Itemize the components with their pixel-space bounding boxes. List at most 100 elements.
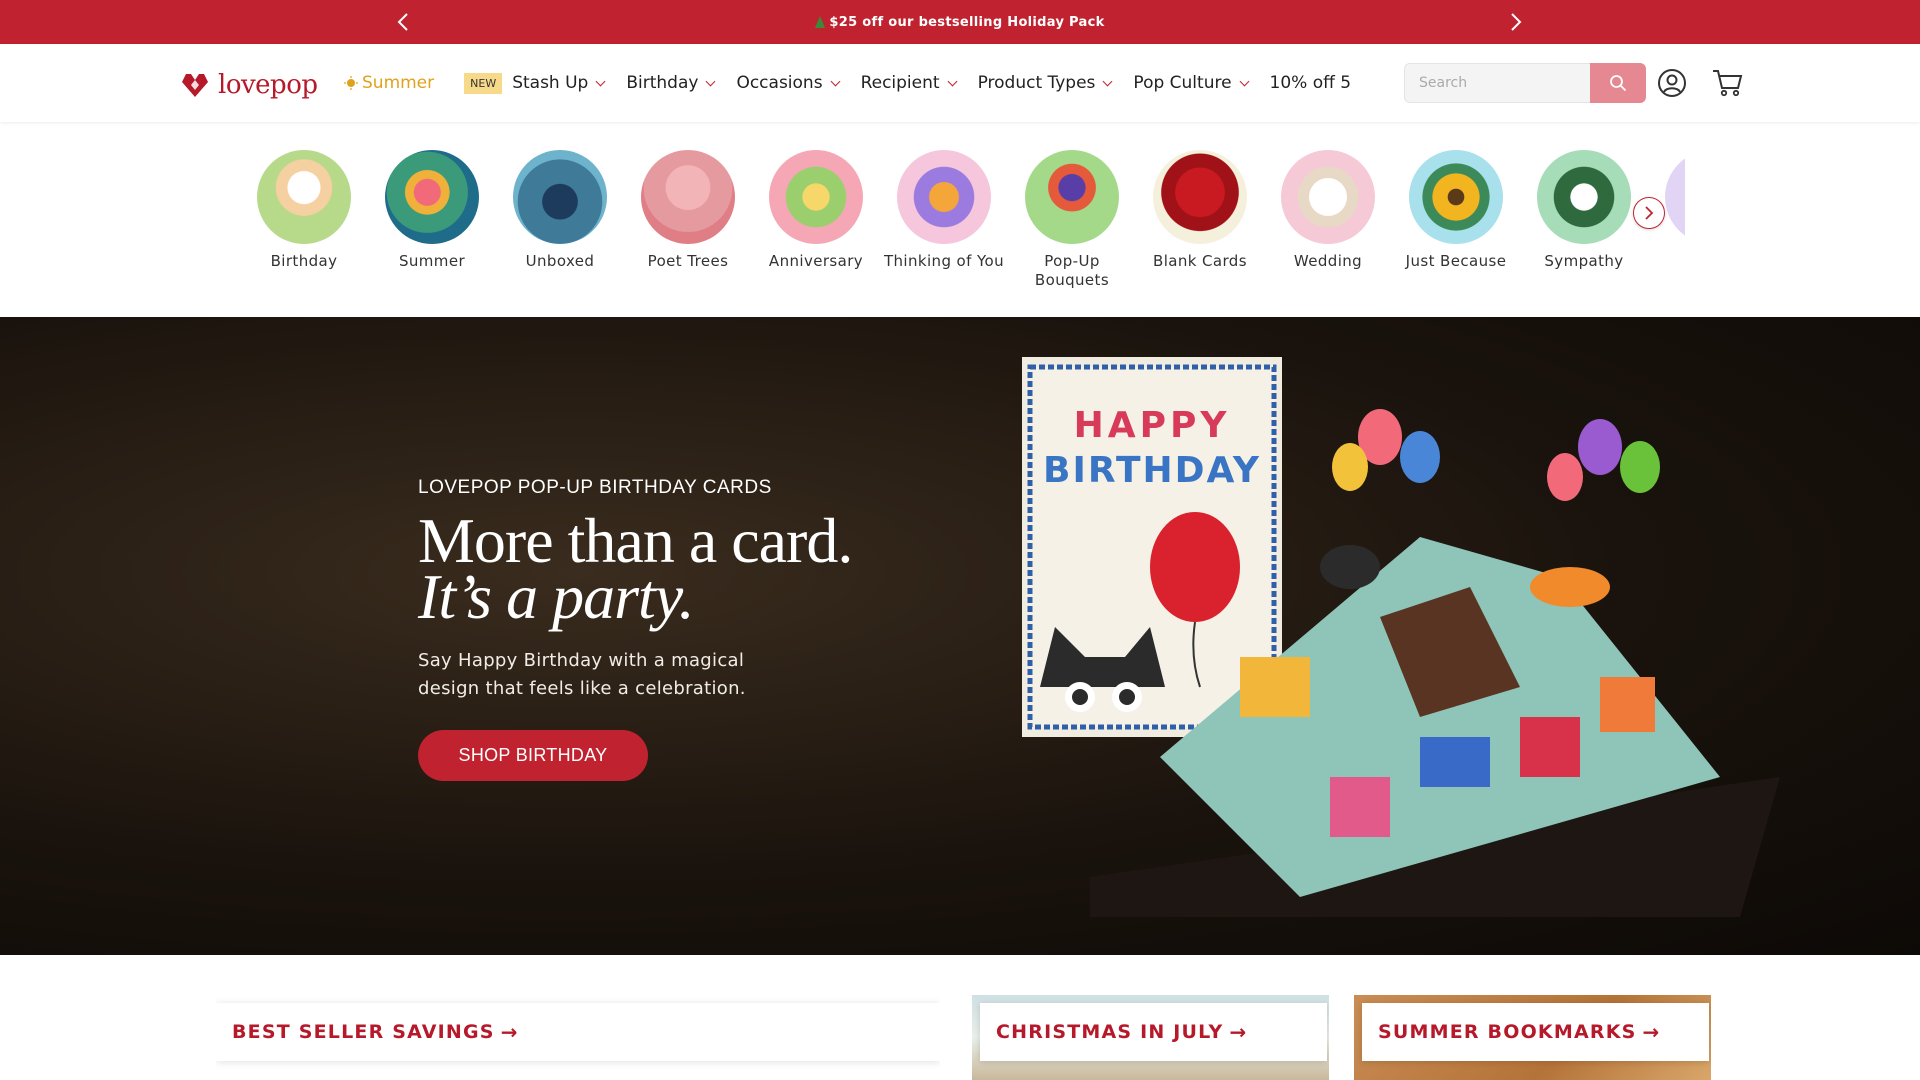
- tile-label: CHRISTMAS IN JULY →: [980, 1003, 1327, 1061]
- nav-ten-off[interactable]: 10% off 5: [1270, 73, 1352, 93]
- nav-recipient[interactable]: Recipient: [860, 73, 958, 93]
- category-image: [513, 150, 607, 244]
- site-header: lovepop Summer NEW Stash Up Birthday Occ…: [0, 44, 1920, 122]
- nav-summer[interactable]: Summer: [344, 73, 434, 93]
- hero-subtitle: Say Happy Birthday with a magical design…: [418, 650, 746, 699]
- category-next-button[interactable]: [1633, 197, 1665, 229]
- chevron-down-icon: [595, 76, 606, 86]
- new-badge: NEW: [464, 72, 503, 94]
- promo-next-button[interactable]: [1502, 8, 1530, 36]
- tile-label-text: BEST SELLER SAVINGS: [232, 1021, 495, 1043]
- chevron-left-icon: [397, 13, 408, 31]
- announcement-bar: $25 off our bestselling Holiday Pack: [0, 0, 1920, 44]
- card-text-line2: BIRTHDAY: [1043, 450, 1261, 491]
- logo[interactable]: lovepop: [180, 70, 318, 100]
- category-image: [1025, 150, 1119, 244]
- account-button[interactable]: [1657, 68, 1687, 103]
- logo-text: lovepop: [218, 70, 318, 100]
- chevron-down-icon: [706, 76, 716, 86]
- category-image: [1537, 150, 1631, 244]
- category-image: [1153, 150, 1247, 244]
- nav-birthday-label: Birthday: [626, 73, 699, 93]
- chevron-down-icon: [1102, 76, 1113, 86]
- category-unboxed[interactable]: Unboxed: [496, 150, 624, 271]
- card-text-line1: HAPPY: [1074, 405, 1231, 446]
- category-image: [1409, 150, 1503, 244]
- sun-icon: [344, 76, 358, 90]
- category-image: [257, 150, 351, 244]
- category-poet-trees[interactable]: Poet Trees: [624, 150, 752, 271]
- best-seller-savings-tile[interactable]: BEST SELLER SAVINGS →: [216, 995, 940, 1080]
- hero-title-line2: It’s a party.: [418, 561, 695, 632]
- chevron-right-icon: [1511, 13, 1522, 31]
- category-label: Unboxed: [525, 252, 595, 270]
- chevron-down-icon: [1239, 76, 1249, 86]
- category-image: [769, 150, 863, 244]
- category-summer[interactable]: Summer: [368, 150, 496, 271]
- nav-product-types[interactable]: Product Types: [977, 73, 1113, 93]
- search-input[interactable]: [1404, 63, 1590, 103]
- category-label: Summer: [398, 252, 466, 270]
- tile-label: BEST SELLER SAVINGS →: [216, 1003, 940, 1061]
- chevron-down-icon: [830, 76, 841, 86]
- category-label: Thinking of You: [883, 252, 1005, 270]
- tile-label: SUMMER BOOKMARKS →: [1362, 1003, 1709, 1061]
- hero-title: More than a card. It’s a party.: [418, 509, 853, 632]
- category-label: Sympathy: [1544, 252, 1624, 270]
- arrow-right-icon: →: [500, 1020, 519, 1044]
- tree-icon: [815, 16, 826, 28]
- summer-bookmarks-tile[interactable]: SUMMER BOOKMARKS →: [1354, 995, 1711, 1080]
- category-thinking-of-you[interactable]: Thinking of You: [880, 150, 1008, 271]
- nav-recipient-label: Recipient: [860, 73, 940, 93]
- cart-icon: [1713, 70, 1743, 97]
- category-image: [897, 150, 991, 244]
- nav-stash-up[interactable]: NEW Stash Up: [464, 72, 606, 94]
- nav-occasions-label: Occasions: [736, 73, 823, 93]
- nav-summer-label: Summer: [362, 73, 435, 93]
- arrow-right-icon: →: [1229, 1020, 1248, 1044]
- cart-button[interactable]: [1712, 68, 1744, 103]
- nav-occasions[interactable]: Occasions: [736, 73, 841, 93]
- category-label: Anniversary: [768, 252, 864, 270]
- heart-logo-icon: [182, 74, 208, 97]
- category-sympathy[interactable]: Sympathy: [1520, 150, 1648, 271]
- search-icon: [1610, 75, 1627, 92]
- category-blank-cards[interactable]: Blank Cards: [1136, 150, 1264, 271]
- birthday-card-image: HAPPY BIRTHDAY: [1022, 357, 1780, 917]
- hero-eyebrow: LOVEPOP POP-UP BIRTHDAY CARDS: [418, 477, 772, 498]
- category-image: [1665, 150, 1685, 244]
- nav-stash-up-label: Stash Up: [512, 73, 589, 93]
- nav-birthday[interactable]: Birthday: [626, 73, 716, 93]
- arrow-right-icon: →: [1642, 1020, 1661, 1044]
- christmas-in-july-tile[interactable]: CHRISTMAS IN JULY →: [972, 995, 1329, 1080]
- nav-pop-culture[interactable]: Pop Culture: [1133, 73, 1249, 93]
- promo-text[interactable]: $25 off our bestselling Holiday Pack: [829, 15, 1104, 30]
- category-image: [641, 150, 735, 244]
- category-label: Poet Trees: [647, 252, 729, 270]
- category-label: Birthday: [270, 252, 338, 270]
- search-button[interactable]: [1590, 63, 1646, 103]
- chevron-right-icon: [1645, 206, 1654, 220]
- category-pop-up-bouquets[interactable]: Pop-Up Bouquets: [1008, 150, 1136, 290]
- category-birthday[interactable]: Birthday: [240, 150, 368, 271]
- tile-label-text: SUMMER BOOKMARKS: [1378, 1021, 1637, 1043]
- nav-product-types-label: Product Types: [977, 73, 1096, 93]
- hero-banner: LOVEPOP POP-UP BIRTHDAY CARDS More than …: [0, 317, 1920, 955]
- promo-prev-button[interactable]: [389, 8, 417, 36]
- category-just-because[interactable]: Just Because: [1392, 150, 1520, 271]
- shop-birthday-button[interactable]: SHOP BIRTHDAY: [418, 730, 648, 781]
- category-anniversary[interactable]: Anniversary: [752, 150, 880, 271]
- category-label: Wedding: [1293, 252, 1363, 270]
- category-label: Pop-Up Bouquets: [1034, 252, 1110, 289]
- nav-ten-off-label: 10% off 5: [1269, 73, 1352, 93]
- category-wedding[interactable]: Wedding: [1264, 150, 1392, 271]
- promo-message[interactable]: $25 off our bestselling Holiday Pack: [815, 15, 1104, 30]
- search-bar: [1404, 63, 1646, 103]
- chevron-down-icon: [947, 76, 958, 86]
- category-label: Blank Cards: [1153, 252, 1247, 270]
- category-carousel: Birthday Summer Unboxed Poet Trees Anniv…: [240, 150, 1685, 300]
- category-image: [1281, 150, 1375, 244]
- category-label: Just Because: [1405, 252, 1507, 270]
- nav-pop-culture-label: Pop Culture: [1133, 73, 1232, 93]
- main-nav: Summer NEW Stash Up Birthday Occasions R…: [344, 44, 1351, 122]
